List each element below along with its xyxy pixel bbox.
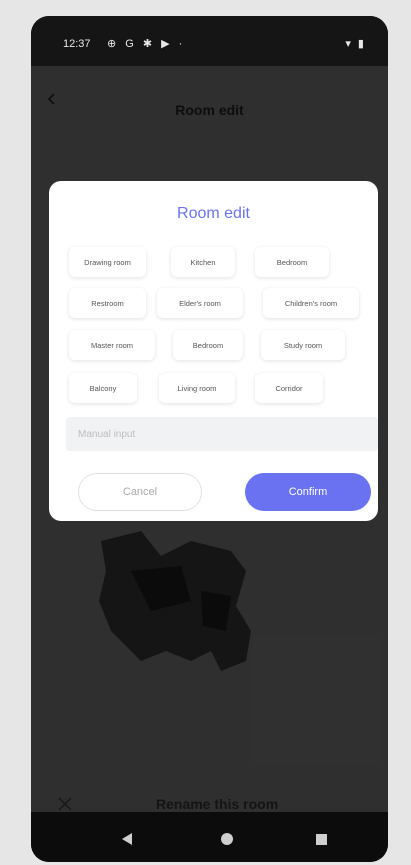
bottom-bar: Rename this room — [31, 756, 388, 812]
room-edit-dialog: Room edit Drawing room Kitchen Bedroom R… — [49, 181, 378, 521]
status-bar: 12:37 ⊕ G ✱ ▶ · ▾ ▮ — [31, 16, 388, 66]
phone-frame: 12:37 ⊕ G ✱ ▶ · ▾ ▮ Room edit Rename thi… — [31, 16, 388, 862]
room-name-input[interactable] — [66, 417, 378, 451]
nav-back-icon[interactable] — [122, 833, 132, 845]
chip-study-room[interactable]: Study room — [261, 330, 345, 360]
chip-bedroom-2[interactable]: Bedroom — [173, 330, 243, 360]
chip-living-room[interactable]: Living room — [159, 373, 235, 403]
chip-childrens-room[interactable]: Children's room — [263, 288, 359, 318]
rename-room-button[interactable]: Rename this room — [156, 796, 278, 812]
chip-elders-room[interactable]: Elder's room — [157, 288, 243, 318]
app-screen: 12:37 ⊕ G ✱ ▶ · ▾ ▮ Room edit Rename thi… — [31, 16, 388, 862]
system-nav-bar — [31, 812, 388, 862]
chip-master-room[interactable]: Master room — [69, 330, 155, 360]
status-icons: ⊕ G ✱ ▶ · — [107, 38, 186, 50]
chip-drawing-room[interactable]: Drawing room — [69, 247, 146, 277]
chip-corridor[interactable]: Corridor — [255, 373, 323, 403]
cancel-button[interactable]: Cancel — [78, 473, 202, 511]
chip-balcony[interactable]: Balcony — [69, 373, 137, 403]
chip-bedroom[interactable]: Bedroom — [255, 247, 329, 277]
confirm-button[interactable]: Confirm — [245, 473, 371, 511]
status-time: 12:37 — [63, 38, 91, 50]
nav-recents-icon[interactable] — [316, 834, 327, 845]
status-right-icons: ▾ ▮ — [345, 38, 366, 50]
chip-kitchen[interactable]: Kitchen — [171, 247, 235, 277]
chip-restroom[interactable]: Restroom — [69, 288, 146, 318]
close-icon[interactable] — [57, 796, 73, 812]
dialog-title: Room edit — [177, 205, 250, 222]
nav-home-icon[interactable] — [221, 833, 233, 845]
